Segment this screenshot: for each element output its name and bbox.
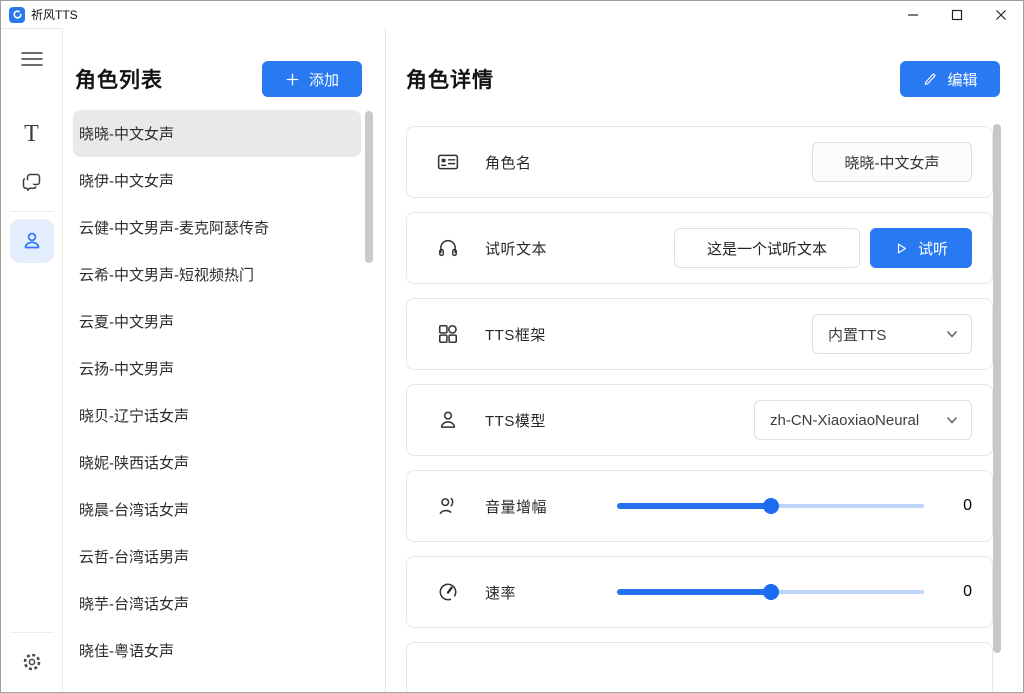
voice-icon (437, 495, 459, 517)
tts-model-label: TTS模型 (485, 410, 546, 431)
volume-slider[interactable] (617, 498, 924, 514)
text-tool-icon[interactable]: T (10, 112, 54, 156)
role-list-title: 角色列表 (75, 64, 163, 94)
preview-text-input[interactable] (674, 228, 860, 268)
rate-slider[interactable] (617, 584, 924, 600)
role-list-item[interactable]: 晓芋-台湾话女声 (73, 580, 361, 627)
plus-icon (285, 72, 300, 87)
role-list-item[interactable]: 晓妮-陕西话女声 (73, 439, 361, 486)
titlebar: 祈风TTS (1, 1, 1023, 28)
listen-button[interactable]: 试听 (870, 228, 972, 268)
role-name-value: 晓晓-中文女声 (812, 142, 972, 182)
preview-text-label: 试听文本 (485, 238, 547, 259)
close-button[interactable] (979, 1, 1023, 28)
role-list-item[interactable]: 云扬-中文男声 (73, 345, 361, 392)
roles-tab-icon[interactable] (10, 219, 54, 263)
chat-tool-icon[interactable] (10, 160, 54, 204)
maximize-button[interactable] (935, 1, 979, 28)
play-icon (894, 241, 909, 256)
id-card-icon (437, 151, 459, 173)
role-list-item[interactable]: 晓晨-台湾话女声 (73, 486, 361, 533)
role-list-scrollbar[interactable] (365, 111, 373, 263)
tts-framework-select[interactable]: 内置TTS (812, 314, 972, 354)
field-tts-framework: TTS框架 内置TTS (406, 298, 993, 370)
role-detail-panel: 角色详情 编辑 角色名 晓晓-中文女声 (386, 28, 1023, 692)
headphones-icon (437, 237, 459, 259)
rate-slider-thumb[interactable] (763, 584, 779, 600)
volume-gain-value: 0 (924, 497, 972, 515)
tts-framework-value: 内置TTS (828, 324, 886, 345)
role-list-item[interactable]: 晓贝-辽宁话女声 (73, 392, 361, 439)
field-tts-model: TTS模型 zh-CN-XiaoxiaoNeural (406, 384, 993, 456)
rate-label: 速率 (485, 582, 516, 603)
minimize-button[interactable] (891, 1, 935, 28)
tts-framework-label: TTS框架 (485, 324, 546, 345)
role-name-label: 角色名 (485, 152, 532, 173)
field-rate: 速率 0 (406, 556, 993, 628)
role-detail-title: 角色详情 (406, 64, 494, 94)
chevron-down-icon (945, 327, 959, 341)
rate-value: 0 (924, 583, 972, 601)
speedometer-icon (437, 581, 459, 603)
role-list-item[interactable]: 云希-中文男声-短视频热门 (73, 251, 361, 298)
pencil-icon (922, 71, 938, 87)
field-preview-text: 试听文本 试听 (406, 212, 993, 284)
role-list-item[interactable]: 云夏-中文男声 (73, 298, 361, 345)
tts-model-value: zh-CN-XiaoxiaoNeural (770, 412, 919, 429)
menu-icon[interactable] (10, 37, 54, 81)
field-next-partial (406, 642, 993, 692)
role-list-item[interactable]: 晓佳-粤语女声 (73, 627, 361, 674)
volume-gain-label: 音量增幅 (485, 496, 547, 517)
role-list-item[interactable]: 云哲-台湾话男声 (73, 533, 361, 580)
framework-icon (437, 323, 459, 345)
icon-rail: T (1, 28, 63, 692)
volume-slider-thumb[interactable] (763, 498, 779, 514)
edit-button-label: 编辑 (947, 69, 977, 90)
role-list-item[interactable]: 晓晓-中文女声 (73, 110, 361, 157)
app-window: { "window": { "title": "祈风TTS", "control… (0, 0, 1024, 693)
role-list: 晓晓-中文女声 晓伊-中文女声 云健-中文男声-麦克阿瑟传奇 云希-中文男声-短… (73, 110, 361, 674)
window-title: 祈风TTS (31, 6, 78, 23)
field-volume-gain: 音量增幅 0 (406, 470, 993, 542)
add-role-label: 添加 (309, 69, 339, 90)
add-role-button[interactable]: 添加 (262, 61, 362, 97)
rail-divider (10, 211, 54, 212)
chevron-down-icon (945, 413, 959, 427)
tts-model-select[interactable]: zh-CN-XiaoxiaoNeural (754, 400, 972, 440)
edit-button[interactable]: 编辑 (900, 61, 1000, 97)
rail-divider-bottom (10, 632, 54, 633)
detail-scrollbar[interactable] (993, 124, 1001, 653)
person-icon (437, 409, 459, 431)
role-list-item[interactable]: 晓伊-中文女声 (73, 157, 361, 204)
role-list-item[interactable]: 云健-中文男声-麦克阿瑟传奇 (73, 204, 361, 251)
role-list-panel: 角色列表 添加 晓晓-中文女声 晓伊-中文女声 云健-中文男声-麦克阿瑟传奇 云… (63, 28, 386, 692)
window-controls (891, 1, 1023, 28)
field-role-name: 角色名 晓晓-中文女声 (406, 126, 993, 198)
listen-button-label: 试听 (918, 238, 948, 259)
settings-icon[interactable] (10, 640, 54, 684)
app-logo-icon (9, 7, 25, 23)
detail-cards: 角色名 晓晓-中文女声 试听文本 (406, 126, 993, 692)
